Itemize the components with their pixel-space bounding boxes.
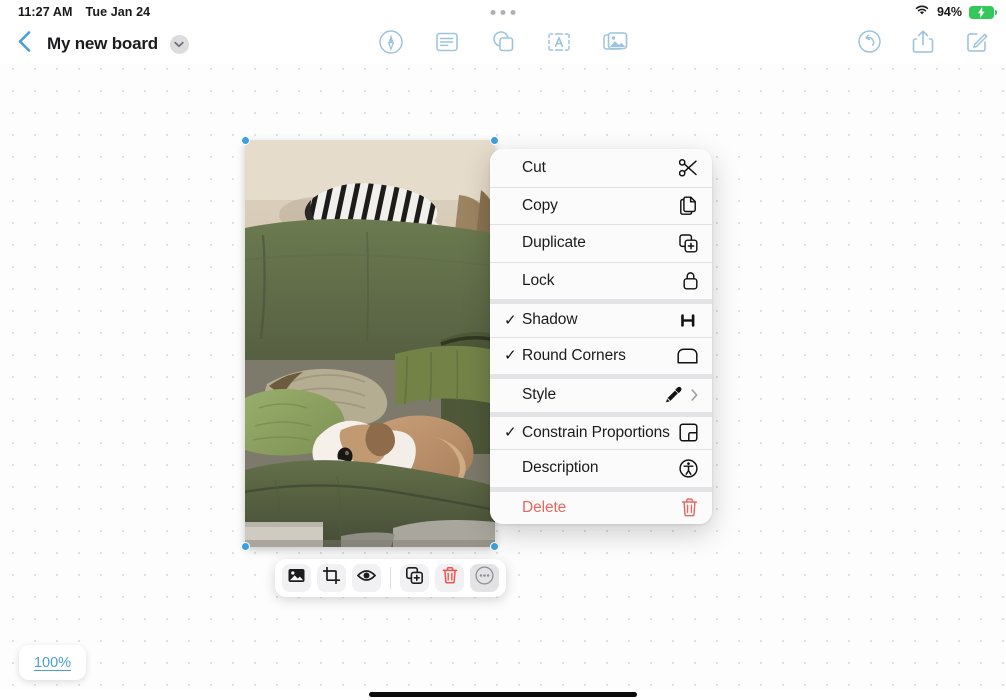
multitasking-handle[interactable]: [490, 9, 516, 15]
context-menu-item-label: Delete: [522, 498, 567, 516]
home-indicator-area: [0, 689, 1006, 700]
nav-right-group: [854, 29, 992, 59]
duplicate-icon: [676, 234, 698, 253]
draw-tool-button[interactable]: [376, 29, 406, 59]
preview-button[interactable]: [352, 564, 381, 592]
home-indicator[interactable]: [369, 692, 637, 697]
context-menu-item-constrain-proportions[interactable]: ✓ Constrain Proportions: [490, 411, 712, 449]
crop-icon: [322, 566, 341, 589]
handle-dot: [510, 9, 516, 15]
back-chevron-icon: [18, 31, 31, 57]
copy-icon: [676, 196, 698, 216]
context-menu-item-label: Round Corners: [522, 346, 626, 364]
context-menu-item-label: Shadow: [522, 311, 578, 329]
share-button[interactable]: [908, 29, 938, 59]
wifi-icon: [914, 3, 930, 21]
board-menu-button[interactable]: [169, 34, 189, 54]
constrain-icon: [676, 423, 698, 442]
board-canvas[interactable]: Cut Copy Duplicate Lock ✓ Shadow ✓ Round Corner…: [0, 64, 1006, 689]
handle-dot: [500, 9, 506, 15]
duplicate-icon: [406, 567, 424, 589]
context-menu-item-description[interactable]: Description: [490, 449, 712, 487]
eyedropper-icon: [660, 386, 682, 404]
text-tool-button[interactable]: [544, 29, 574, 59]
context-menu-item-label: Description: [522, 459, 599, 477]
share-icon: [912, 29, 934, 59]
nav-left-group: My new board: [10, 30, 189, 58]
submenu-arrow-icon: [687, 389, 698, 401]
compose-icon: [965, 29, 990, 59]
replace-image-button[interactable]: [282, 564, 311, 592]
context-menu-item-label: Cut: [522, 158, 546, 176]
trash-icon: [676, 498, 698, 517]
round-corners-icon: [676, 348, 698, 364]
context-menu-item-duplicate[interactable]: Duplicate: [490, 224, 712, 262]
checkmark-icon: ✓: [504, 311, 517, 329]
nav-bar: My new board: [0, 24, 1006, 64]
status-bar: 11:27 AM Tue Jan 24 94%: [0, 0, 1006, 24]
status-date: Tue Jan 24: [85, 5, 151, 19]
photo-dog-on-green-couch[interactable]: [245, 140, 495, 547]
zoom-level-label: 100%: [33, 654, 72, 671]
context-menu-item-cut[interactable]: Cut: [490, 149, 712, 187]
context-menu-item-lock[interactable]: Lock: [490, 261, 712, 299]
shadow-icon: [676, 312, 698, 329]
shapes-icon: [490, 29, 516, 59]
context-menu-item-label: Lock: [522, 271, 555, 289]
selection-handle-top-right[interactable]: [490, 136, 499, 145]
context-menu-item-label: Style: [522, 386, 556, 404]
duplicate-button[interactable]: [400, 564, 429, 592]
ellipsis-circle-icon: [475, 566, 494, 590]
selection-handle-top-left[interactable]: [241, 136, 250, 145]
lock-icon: [676, 271, 698, 290]
trash-icon: [442, 567, 458, 589]
accessibility-icon: [676, 459, 698, 478]
context-menu-item-label: Constrain Proportions: [522, 423, 670, 441]
undo-icon: [857, 29, 882, 59]
back-button[interactable]: [10, 30, 38, 58]
context-menu-item-copy[interactable]: Copy: [490, 186, 712, 224]
zoom-level-button[interactable]: 100%: [19, 645, 86, 680]
eye-icon: [356, 569, 377, 587]
more-button[interactable]: [470, 564, 499, 592]
context-menu-item-label: Copy: [522, 196, 558, 214]
scissors-icon: [676, 158, 698, 177]
status-bar-left: 11:27 AM Tue Jan 24: [18, 5, 150, 19]
selection-handle-bottom-left[interactable]: [241, 542, 250, 551]
handle-dot: [490, 9, 496, 15]
compose-button[interactable]: [962, 29, 992, 59]
chevron-down-icon: [174, 35, 185, 53]
status-bar-right: 94%: [914, 3, 997, 21]
shapes-tool-button[interactable]: [488, 29, 518, 59]
page-title[interactable]: My new board: [47, 34, 158, 54]
battery-percent: 94%: [936, 5, 962, 19]
text-box-icon: [546, 31, 572, 58]
tool-palette: [376, 29, 630, 59]
toolbar-divider: [390, 567, 391, 589]
crop-button[interactable]: [317, 564, 346, 592]
checkmark-icon: ✓: [504, 347, 517, 365]
note-tool-button[interactable]: [432, 29, 462, 59]
pen-circle-icon: [378, 29, 404, 60]
context-menu-item-label: Duplicate: [522, 234, 586, 252]
battery-charging-icon: [969, 5, 997, 19]
checkmark-icon: ✓: [504, 424, 517, 442]
image-icon: [288, 568, 305, 588]
context-menu[interactable]: Cut Copy Duplicate Lock ✓ Shadow ✓ Round Corner…: [490, 149, 712, 524]
sticky-note-icon: [434, 30, 460, 59]
delete-button[interactable]: [435, 564, 464, 592]
selected-image-element[interactable]: [241, 136, 499, 551]
context-menu-item-style[interactable]: Style: [490, 374, 712, 412]
context-menu-item-delete[interactable]: Delete: [490, 486, 712, 524]
media-tool-button[interactable]: [600, 29, 630, 59]
photos-icon: [602, 30, 629, 58]
selection-handle-bottom-right[interactable]: [490, 542, 499, 551]
element-toolbar[interactable]: [275, 559, 506, 597]
context-menu-item-round-corners[interactable]: ✓ Round Corners: [490, 336, 712, 374]
context-menu-item-shadow[interactable]: ✓ Shadow: [490, 299, 712, 337]
status-time: 11:27 AM: [18, 5, 73, 19]
undo-button[interactable]: [854, 29, 884, 59]
